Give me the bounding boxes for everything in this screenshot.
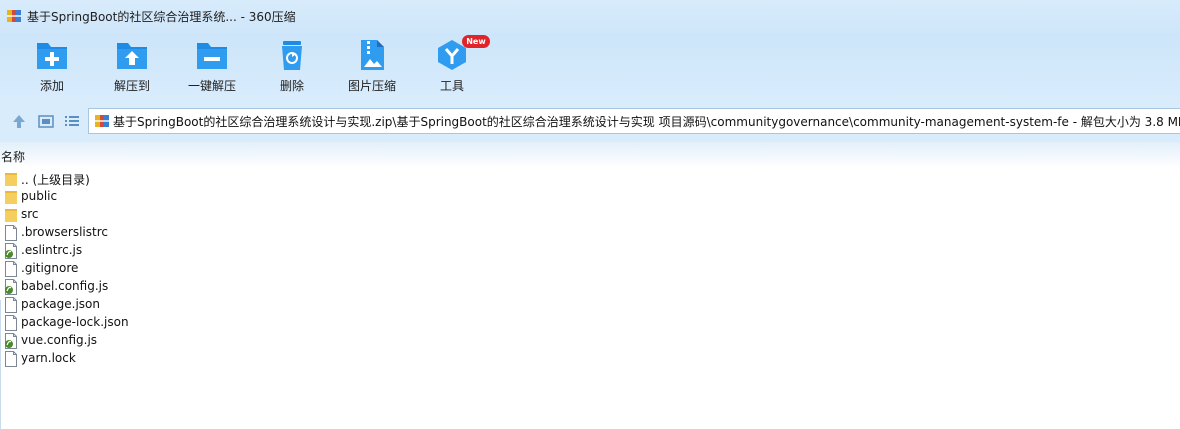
js-file-icon (4, 279, 18, 295)
file-name: .gitignore (21, 261, 79, 275)
file-row[interactable]: package-lock.json (0, 314, 400, 332)
file-icon (4, 225, 18, 241)
folder-row[interactable]: .. (上级目录) (0, 170, 400, 188)
file-name: .browserslistrc (21, 225, 108, 239)
file-name: babel.config.js (21, 279, 109, 293)
folder-row[interactable]: src (0, 206, 400, 224)
address-bar[interactable]: 基于SpringBoot的社区综合治理系统设计与实现.zip\基于SpringB… (88, 108, 1180, 134)
js-file-icon (4, 243, 18, 259)
file-name: public (21, 189, 58, 203)
new-badge: New (462, 35, 490, 48)
title-bar: 基于SpringBoot的社区综合治理系统... - 360压缩 (0, 0, 1180, 34)
one-click-extract-label: 一键解压 (187, 79, 236, 93)
window-title: 基于SpringBoot的社区综合治理系统... - 360压缩 (27, 10, 296, 24)
file-row[interactable]: .browserslistrc (0, 224, 400, 242)
file-name: .eslintrc.js (21, 243, 83, 257)
file-icon (4, 297, 18, 313)
tools-label: 工具 (439, 79, 464, 93)
js-file-icon (4, 333, 18, 349)
file-row[interactable]: yarn.lock (0, 350, 400, 368)
column-header-label: 名称 (1, 150, 26, 164)
address-row: 基于SpringBoot的社区综合治理系统设计与实现.zip\基于SpringB… (0, 100, 1180, 142)
file-row[interactable]: babel.config.js (0, 278, 400, 296)
extract-to-icon (117, 43, 147, 69)
folder-row[interactable]: public (0, 188, 400, 206)
up-level-icon[interactable] (10, 112, 28, 130)
zip-file-icon (95, 115, 109, 127)
folder-icon (4, 189, 18, 205)
add-label: 添加 (39, 79, 64, 93)
add-icon (37, 43, 67, 69)
extract-to-label: 解压到 (113, 79, 150, 93)
address-path: 基于SpringBoot的社区综合治理系统设计与实现.zip\基于SpringB… (113, 115, 1180, 129)
image-compress-label: 图片压缩 (347, 79, 396, 93)
thumbnail-view-icon[interactable] (37, 112, 55, 130)
file-name: package.json (21, 297, 101, 311)
file-name: src (21, 207, 39, 221)
delete-button[interactable]: 删除 (252, 38, 332, 98)
archive-app-icon (7, 10, 21, 22)
folder-icon (4, 207, 18, 223)
folder-icon (4, 171, 18, 187)
delete-icon (282, 41, 302, 70)
list-border (0, 300, 1, 429)
extract-to-button[interactable]: 解压到 (92, 38, 172, 98)
image-compress-icon (361, 40, 384, 70)
file-list: 名称 .. (上级目录) public src .browserslistrc .esl… (0, 142, 1180, 429)
tools-button[interactable]: 工具 New (412, 35, 492, 98)
archive-window: 基于SpringBoot的社区综合治理系统... - 360压缩 添加 解压到 (0, 0, 1180, 429)
toolbar: 添加 解压到 一键解压 删除 图片压缩 工具 New (0, 34, 1180, 100)
file-icon (4, 351, 18, 367)
list-view-icon[interactable] (63, 112, 81, 130)
image-compress-button[interactable]: 图片压缩 (332, 38, 412, 98)
one-click-extract-button[interactable]: 一键解压 (172, 38, 252, 98)
file-row[interactable]: vue.config.js (0, 332, 400, 350)
add-button[interactable]: 添加 (12, 38, 92, 98)
delete-label: 删除 (279, 79, 304, 93)
file-name: .. (上级目录) (21, 173, 90, 187)
file-row[interactable]: package.json (0, 296, 400, 314)
file-icon (4, 315, 18, 331)
one-click-extract-icon (197, 43, 227, 69)
file-row[interactable]: .gitignore (0, 260, 400, 278)
file-name: package-lock.json (21, 315, 129, 329)
column-header-name[interactable]: 名称 (0, 142, 1180, 168)
file-row[interactable]: .eslintrc.js (0, 242, 400, 260)
file-name: vue.config.js (21, 333, 98, 347)
file-icon (4, 261, 18, 277)
file-name: yarn.lock (21, 351, 76, 365)
